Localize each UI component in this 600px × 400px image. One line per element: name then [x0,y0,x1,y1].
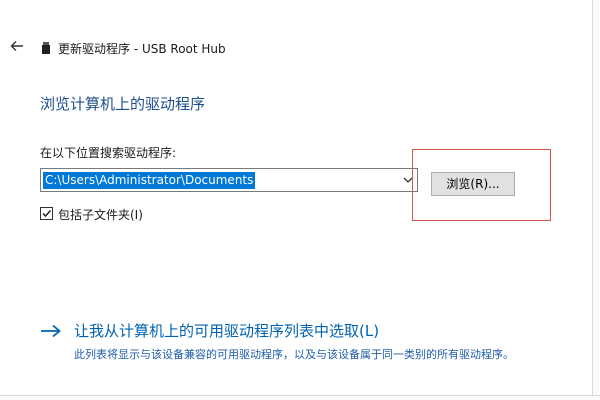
window-title: 更新驱动程序 - USB Root Hub [58,42,226,56]
pick-from-list-link[interactable]: 让我从计算机上的可用驱动程序列表中选取(L) [74,320,379,341]
back-arrow-icon[interactable] [9,38,25,54]
driver-path-combobox[interactable]: C:\Users\Administrator\Documents [40,168,418,192]
window-frame-right [592,0,600,400]
usb-device-icon [42,42,50,54]
check-icon [42,209,52,218]
search-location-label: 在以下位置搜索驱动程序: [40,146,177,160]
window-frame-bottom [0,395,600,400]
right-arrow-icon [41,324,61,338]
include-subfolders-label: 包括子文件夹(I) [58,208,143,222]
page-heading: 浏览计算机上的驱动程序 [40,95,206,113]
browse-button[interactable]: 浏览(R)... [431,172,515,196]
pick-from-list-option[interactable]: 让我从计算机上的可用驱动程序列表中选取(L) [40,318,560,344]
driver-path-value: C:\Users\Administrator\Documents [43,172,256,189]
pick-from-list-description: 此列表将显示与该设备兼容的可用驱动程序，以及与该设备属于同一类别的所有驱动程序。 [74,348,514,361]
include-subfolders-checkbox[interactable] [40,207,53,220]
